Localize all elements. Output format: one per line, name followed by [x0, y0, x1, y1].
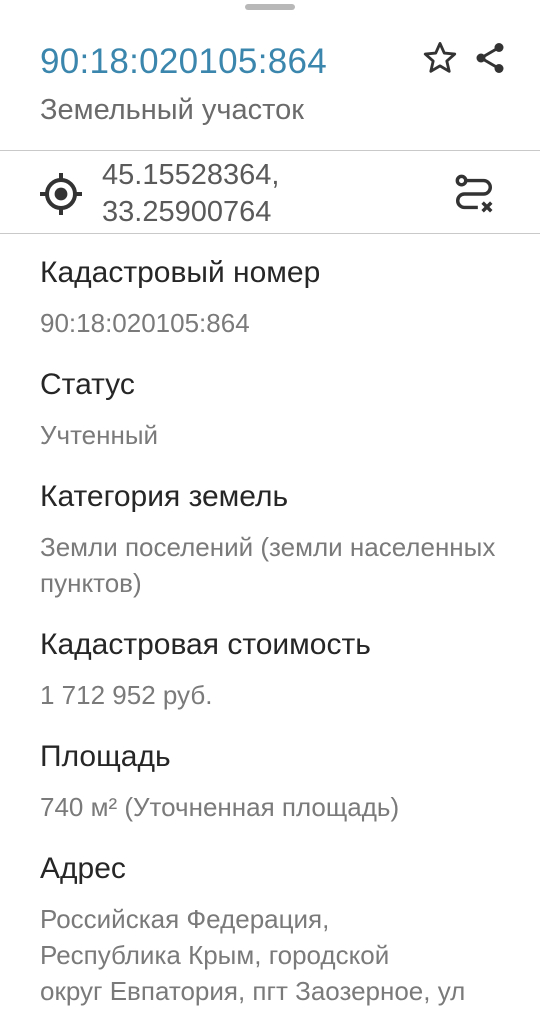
share-icon: [476, 43, 504, 73]
coordinates-row: 45.15528364, 33.25900764: [0, 151, 540, 233]
star-outline-icon: [423, 42, 457, 73]
address-line: Республика Крым, городской: [40, 940, 390, 970]
field-value[interactable]: 90:18:020105:864: [40, 305, 530, 341]
route-button[interactable]: [448, 169, 500, 219]
locate-button[interactable]: [36, 169, 86, 219]
route-remove-icon: [455, 174, 493, 213]
latitude-value: 45.15528364,: [102, 159, 280, 191]
field-label: Площадь: [40, 740, 171, 773]
field-cadastral-value: Кадастровая стоимость 1 712 952 руб.: [40, 625, 530, 713]
field-label: Кадастровая стоимость: [40, 628, 371, 661]
field-value: 740 м² (Уточненная площадь): [40, 792, 400, 822]
longitude-value: 33.25900764: [102, 196, 272, 228]
field-cadastral-number: Кадастровый номер 90:18:020105:864: [40, 253, 530, 341]
field-area: Площадь 740 м² (Уточненная площадь): [40, 737, 530, 825]
field-value: 1 712 952 руб.: [40, 680, 213, 710]
field-land-category: Категория земель Земли поселений (земли …: [40, 477, 530, 601]
object-type-subtitle: Земельный участок: [40, 94, 304, 126]
cadastral-number-title[interactable]: 90:18:020105:864: [40, 42, 327, 82]
address-value[interactable]: Российская Федерация, Республика Крым, г…: [40, 901, 530, 1009]
object-header: 90:18:020105:864 Земельный участок: [0, 0, 540, 150]
field-label: Кадастровый номер: [40, 256, 321, 289]
gps-locate-icon: [40, 173, 82, 215]
share-button[interactable]: [468, 36, 512, 80]
field-status: Статус Учтенный: [40, 365, 530, 453]
field-label: Адрес: [40, 852, 126, 885]
coordinates-text[interactable]: 45.15528364, 33.25900764: [102, 157, 279, 231]
field-address: Адрес Российская Федерация, Республика К…: [40, 849, 530, 1009]
field-value: Земли поселений (земли населенных пункто…: [40, 532, 496, 598]
favorite-button[interactable]: [418, 36, 462, 80]
object-details: Кадастровый номер 90:18:020105:864 Стату…: [40, 253, 530, 1033]
field-label: Статус: [40, 368, 135, 401]
field-label: Категория земель: [40, 480, 289, 513]
coordinates-divider: [0, 233, 540, 234]
address-line: Российская Федерация,: [40, 904, 330, 934]
address-line: округ Евпатория, пгт Заозерное, ул: [40, 976, 466, 1006]
field-value: Учтенный: [40, 420, 159, 450]
